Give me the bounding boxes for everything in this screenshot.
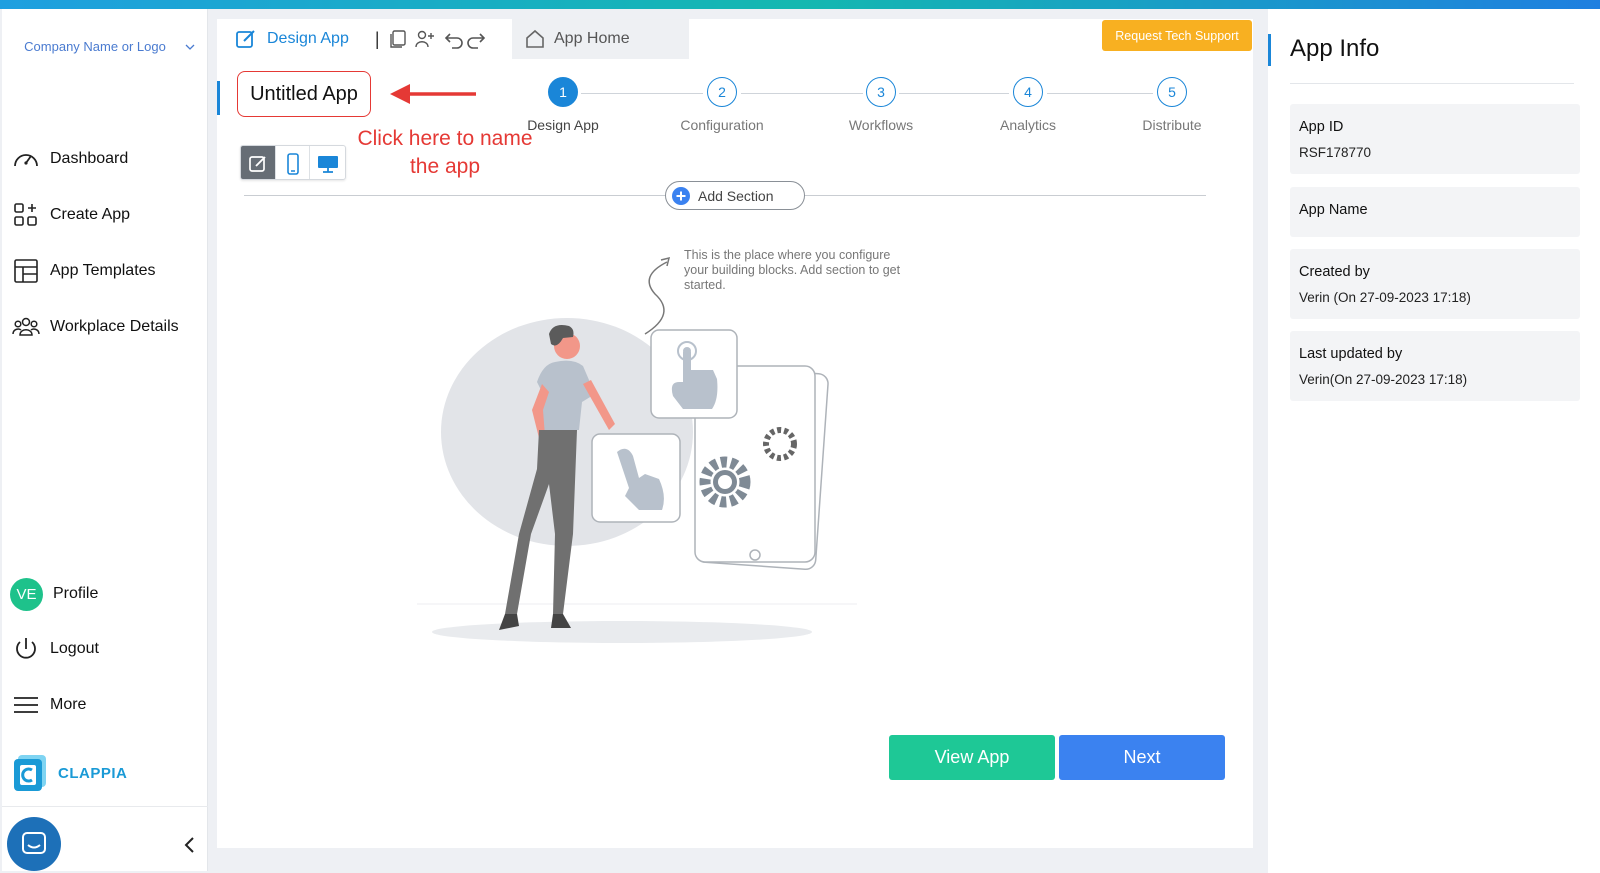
brand-name: CLAPPIA <box>58 764 128 782</box>
info-card-app-name: App Name <box>1290 187 1580 237</box>
step-label: Workflows <box>848 117 914 133</box>
request-tech-support-button[interactable]: Request Tech Support <box>1102 20 1252 51</box>
undo-icon[interactable] <box>444 29 464 49</box>
home-icon <box>526 29 544 48</box>
empty-state-illustration <box>417 256 857 643</box>
chevron-down-icon[interactable] <box>182 39 198 55</box>
copy-icon[interactable] <box>388 29 408 49</box>
info-label: Last updated by <box>1299 346 1403 362</box>
nav-logout-label: Logout <box>50 640 99 657</box>
desktop-view-toggle[interactable] <box>310 146 345 179</box>
plus-circle-icon <box>672 186 690 205</box>
step-design-app[interactable]: 1 Design App <box>513 77 613 133</box>
info-label: Created by <box>1299 264 1370 280</box>
avatar: VE <box>10 577 43 611</box>
next-button[interactable]: Next <box>1059 735 1225 780</box>
nav-profile[interactable]: VE Profile <box>10 577 99 611</box>
main-panel: Design App | App Home Request Tech Suppo… <box>217 19 1253 848</box>
info-card-created-by: Created by Verin (On 27-09-2023 17:18) <box>1290 249 1580 319</box>
chat-icon <box>22 832 46 854</box>
nav-logout[interactable]: Logout <box>12 633 99 665</box>
step-number: 4 <box>1013 77 1043 107</box>
app-info-panel: App Info App ID RSF178770 App Name Creat… <box>1268 9 1600 873</box>
power-icon <box>16 638 36 659</box>
edit-view-toggle[interactable] <box>241 146 276 179</box>
sidebar: Company Name or Logo Dashboard Create Ap… <box>2 9 208 871</box>
nav-more-label: More <box>50 696 87 713</box>
arrow-left-icon <box>390 84 476 104</box>
nav-workplace-details-label: Workplace Details <box>50 318 179 335</box>
step-number: 1 <box>548 77 578 107</box>
tab-design-app-label: Design App <box>267 30 349 47</box>
app-info-divider <box>1290 83 1574 84</box>
sidebar-divider <box>2 806 208 807</box>
chat-button[interactable] <box>7 817 61 871</box>
company-name[interactable]: Company Name or Logo <box>2 35 188 59</box>
add-section-button[interactable]: Add Section <box>665 181 805 210</box>
step-number: 5 <box>1157 77 1187 107</box>
info-value: Verin (On 27-09-2023 17:18) <box>1299 290 1471 305</box>
step-label: Configuration <box>680 117 764 133</box>
view-toggle <box>240 145 346 180</box>
mobile-icon <box>286 152 299 175</box>
clappia-logo-icon <box>14 755 46 791</box>
desktop-icon <box>317 155 338 173</box>
create-app-icon <box>14 203 37 226</box>
collapse-sidebar-icon[interactable] <box>180 835 200 855</box>
nav-dashboard[interactable]: Dashboard <box>12 143 128 175</box>
nav-profile-label: Profile <box>53 585 99 602</box>
info-label: App ID <box>1299 119 1344 135</box>
info-value: RSF178770 <box>1299 145 1372 160</box>
step-number: 3 <box>866 77 896 107</box>
info-value: Verin(On 27-09-2023 17:18) <box>1299 372 1468 387</box>
edit-icon <box>248 155 266 172</box>
nav-create-app[interactable]: Create App <box>12 199 130 231</box>
edit-icon <box>236 30 255 48</box>
menu-icon <box>14 697 38 713</box>
step-label: Distribute <box>1142 117 1202 133</box>
tab-app-home[interactable]: App Home <box>512 19 689 59</box>
tab-design-app[interactable]: Design App | <box>217 19 501 59</box>
redo-icon[interactable] <box>466 29 486 49</box>
step-number: 2 <box>707 77 737 107</box>
app-info-accent <box>1268 34 1271 66</box>
nav-create-app-label: Create App <box>50 206 131 223</box>
step-configuration[interactable]: 2 Configuration <box>672 77 772 133</box>
templates-icon <box>14 259 38 283</box>
view-app-button[interactable]: View App <box>889 735 1055 780</box>
nav-workplace-details[interactable]: Workplace Details <box>12 311 179 343</box>
tab-app-home-label: App Home <box>554 30 630 47</box>
annotation-text: Click here to name the app <box>357 127 533 178</box>
step-label: Analytics <box>999 117 1057 133</box>
nav-more[interactable]: More <box>12 689 86 721</box>
mobile-view-toggle[interactable] <box>276 146 311 179</box>
dashboard-icon <box>14 154 38 167</box>
nav-app-templates-label: App Templates <box>50 262 156 279</box>
progress-stepper: 1 Design App 2 Configuration 3 Workflows… <box>527 77 1237 137</box>
nav-app-templates[interactable]: App Templates <box>12 255 156 287</box>
brand: CLAPPIA <box>14 755 127 791</box>
step-label: Design App <box>527 117 599 133</box>
add-section-label: Add Section <box>698 187 774 204</box>
app-name-marker <box>217 81 220 115</box>
top-accent-strip <box>0 0 1600 9</box>
info-label: App Name <box>1299 202 1368 218</box>
info-card-app-id: App ID RSF178770 <box>1290 104 1580 174</box>
step-analytics[interactable]: 4 Analytics <box>978 77 1078 133</box>
nav-dashboard-label: Dashboard <box>50 150 129 167</box>
app-name-field[interactable]: Untitled App <box>237 71 371 117</box>
info-card-last-updated: Last updated by Verin(On 27-09-2023 17:1… <box>1290 331 1580 401</box>
toolbar-separator: | <box>374 28 380 49</box>
app-info-title: App Info <box>1290 35 1380 62</box>
step-distribute[interactable]: 5 Distribute <box>1122 77 1222 133</box>
empty-state-text: This is the place where you configure yo… <box>684 248 901 292</box>
step-workflows[interactable]: 3 Workflows <box>831 77 931 133</box>
add-user-icon[interactable] <box>414 29 436 49</box>
team-icon <box>12 317 40 336</box>
